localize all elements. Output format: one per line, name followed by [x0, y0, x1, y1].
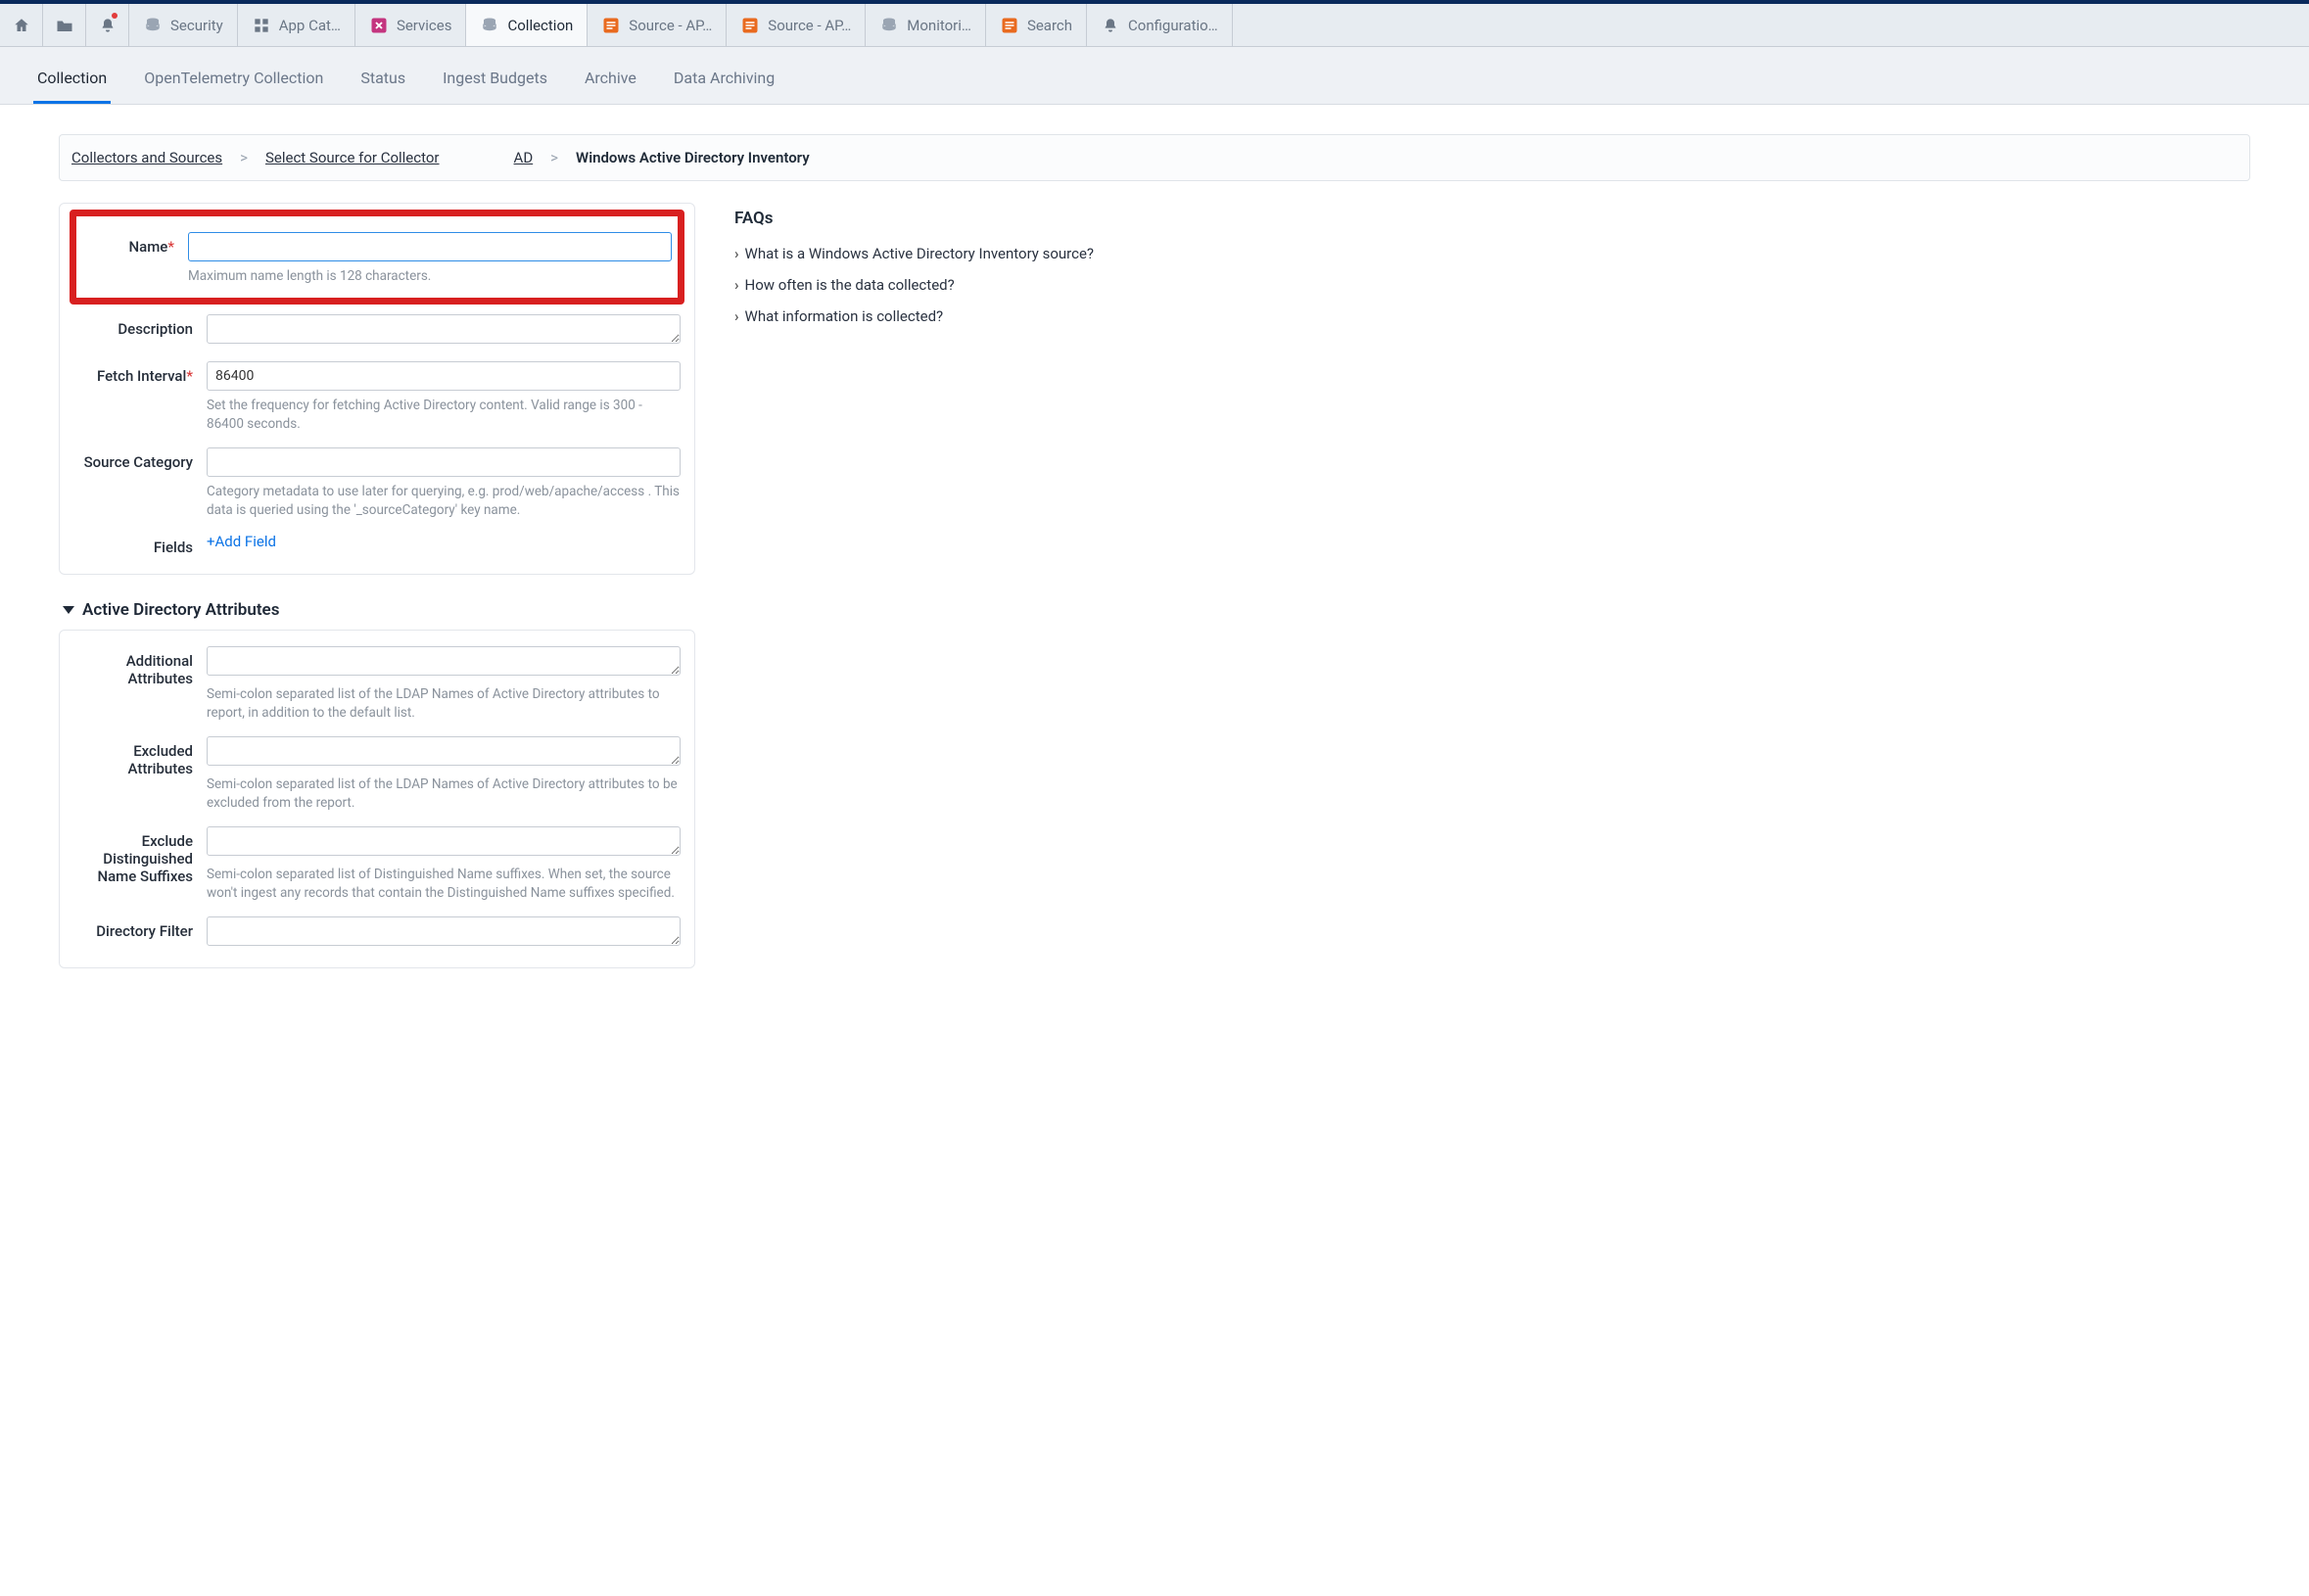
description-label: Description [73, 314, 193, 338]
tab-search[interactable]: Search [986, 4, 1087, 46]
tab-label: Configuratio… [1128, 17, 1218, 34]
fetch-interval-helper: Set the frequency for fetching Active Di… [207, 397, 681, 434]
breadcrumb-current: Windows Active Directory Inventory [576, 149, 810, 166]
fetch-interval-label: Fetch Interval* [73, 361, 193, 385]
sub-nav-data-archiving[interactable]: Data Archiving [670, 61, 778, 104]
dn-suffixes-input[interactable] [207, 826, 681, 856]
excluded-attributes-label: Excluded Attributes [73, 736, 193, 777]
doc-orange-icon [601, 16, 621, 35]
tab-label: Security [170, 17, 223, 34]
tab-home[interactable] [0, 4, 43, 46]
dn-suffixes-helper: Semi-colon separated list of Distinguish… [207, 866, 681, 903]
source-category-helper: Category metadata to use later for query… [207, 483, 681, 520]
tab-label: Monitori… [907, 17, 971, 34]
sub-nav-status[interactable]: Status [356, 61, 409, 104]
services-icon [369, 16, 389, 35]
doc-orange-icon [740, 16, 760, 35]
breadcrumb: Collectors and Sources > Select Source f… [59, 134, 2250, 181]
bell-gray-icon [1101, 16, 1120, 35]
folder-icon [55, 16, 74, 35]
breadcrumb-link-select-source[interactable]: Select Source for Collector [265, 149, 440, 166]
name-helper: Maximum name length is 128 characters. [188, 267, 672, 286]
breadcrumb-sep: > [240, 149, 248, 166]
description-input[interactable] [207, 314, 681, 344]
directory-filter-input[interactable] [207, 916, 681, 946]
chevron-down-icon [63, 606, 74, 614]
db-gray-icon [879, 16, 899, 35]
sub-nav: Collection OpenTelemetry Collection Status… [0, 47, 2309, 105]
tab-label: Source - AP… [629, 17, 712, 34]
tab-security[interactable]: Security [129, 4, 238, 46]
home-icon [12, 16, 31, 35]
tab-source-ap[interactable]: Source - AP… [588, 4, 727, 46]
tab-source-ap[interactable]: Source - AP… [727, 4, 866, 46]
tab-label: App Cat… [279, 17, 341, 34]
faq-item[interactable]: What is a Windows Active Directory Inven… [734, 238, 2250, 269]
dn-suffixes-label: Exclude Distinguished Name Suffixes [73, 826, 193, 885]
faq-item[interactable]: What information is collected? [734, 301, 2250, 332]
tab-monitori[interactable]: Monitori… [866, 4, 986, 46]
breadcrumb-sep: > [550, 149, 558, 166]
name-highlight: Name* Maximum name length is 128 charact… [70, 210, 684, 305]
grid-icon [252, 16, 271, 35]
name-label: Name* [96, 232, 174, 256]
fields-label: Fields [73, 533, 193, 556]
top-tab-bar: Security App Cat… Services Collection Source… [0, 0, 2309, 47]
name-input[interactable] [188, 232, 672, 261]
tab-label: Search [1027, 17, 1072, 34]
breadcrumb-link-ad[interactable]: AD [514, 149, 534, 166]
tab-collection[interactable]: Collection [466, 4, 588, 46]
tab-bell-dot[interactable] [86, 4, 129, 46]
ad-attributes-title: Active Directory Attributes [82, 600, 279, 620]
tab-label: Source - AP… [768, 17, 851, 34]
excluded-attributes-input[interactable] [207, 736, 681, 766]
tab-services[interactable]: Services [355, 4, 467, 46]
faq-title: FAQs [734, 209, 2250, 228]
doc-orange-icon [1000, 16, 1019, 35]
source-category-input[interactable] [207, 447, 681, 477]
tab-label: Collection [507, 17, 573, 34]
db-gray-icon [143, 16, 163, 35]
db-gray-icon [480, 16, 499, 35]
additional-attributes-helper: Semi-colon separated list of the LDAP Na… [207, 685, 681, 723]
ad-attributes-panel: Additional Attributes Semi-colon separat… [59, 630, 695, 967]
faq-item[interactable]: How often is the data collected? [734, 269, 2250, 301]
source-config-panel: Name* Maximum name length is 128 charact… [59, 203, 695, 575]
tab-folder[interactable] [43, 4, 86, 46]
breadcrumb-link-collectors[interactable]: Collectors and Sources [71, 149, 222, 166]
sub-nav-collection[interactable]: Collection [33, 61, 111, 104]
sub-nav-opentelemetry-collection[interactable]: OpenTelemetry Collection [140, 61, 327, 104]
source-category-label: Source Category [73, 447, 193, 471]
notification-dot [112, 13, 118, 19]
tab-label: Services [397, 17, 452, 34]
add-field-button[interactable]: +Add Field [207, 533, 276, 550]
directory-filter-label: Directory Filter [73, 916, 193, 940]
additional-attributes-label: Additional Attributes [73, 646, 193, 687]
tab-app-cat[interactable]: App Cat… [238, 4, 355, 46]
sub-nav-ingest-budgets[interactable]: Ingest Budgets [439, 61, 551, 104]
additional-attributes-input[interactable] [207, 646, 681, 676]
tab-configuratio[interactable]: Configuratio… [1087, 4, 1233, 46]
fetch-interval-input[interactable] [207, 361, 681, 391]
ad-attributes-toggle[interactable]: Active Directory Attributes [63, 600, 695, 620]
excluded-attributes-helper: Semi-colon separated list of the LDAP Na… [207, 775, 681, 813]
sub-nav-archive[interactable]: Archive [581, 61, 640, 104]
faq-panel: FAQs What is a Windows Active Directory … [734, 203, 2250, 968]
